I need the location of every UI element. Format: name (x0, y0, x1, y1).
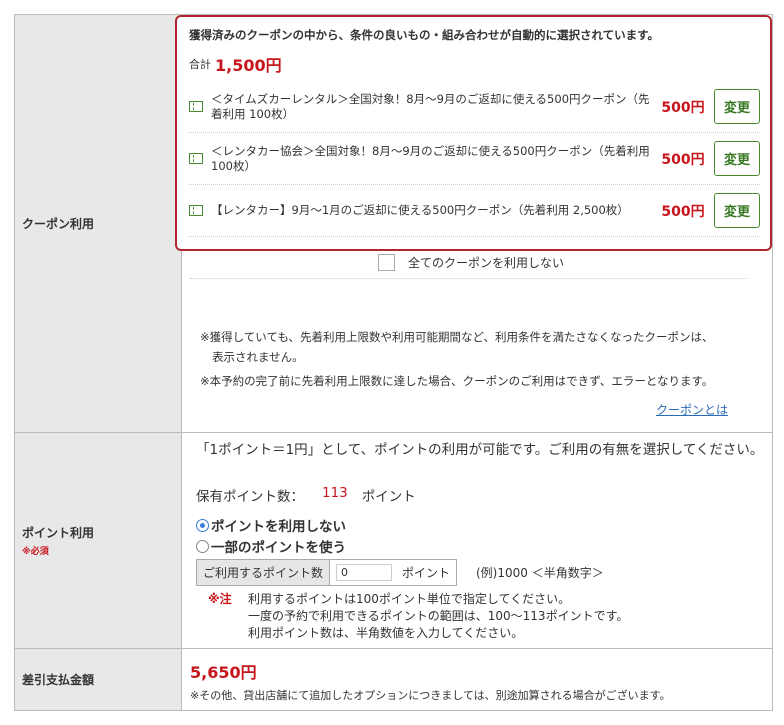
some-points-option[interactable]: 一部のポイントを使う (196, 536, 346, 556)
divider (190, 278, 748, 279)
no-coupon-checkbox[interactable] (378, 253, 395, 271)
what-is-coupon-link[interactable]: クーポンとは (656, 401, 728, 418)
points-section-label: ポイント利用 ※必須 (14, 433, 182, 648)
payment-label-text: 差引支払金額 (22, 673, 95, 687)
change-coupon-button[interactable]: 変更 (714, 89, 760, 124)
coupon-item-price: 500円 (661, 99, 705, 116)
payment-note: ※その他、貸出店舗にて追加したオプションにつきましては、別途加算される場合がござ… (190, 689, 671, 702)
points-note-line: 利用ポイント数は、半角数値を入力してください。 (248, 626, 524, 640)
points-description: 「1ポイント＝1円」として、ポイントの利用が可能です。ご利用の有無を選択してくだ… (196, 442, 764, 458)
coupon-item-text: ＜レンタカー協会＞全国対象！8月〜9月のご返却に使える500円クーポン（先着利用… (211, 143, 650, 173)
coupon-note-1-cont: 表示されません。 (212, 350, 304, 364)
points-note-line: 利用するポイントは100ポイント単位で指定してください。 (248, 592, 571, 606)
no-coupon-option[interactable]: 全てのクーポンを利用しない (378, 251, 564, 273)
coupon-notes: ※獲得していても、先着利用上限数や利用可能期間など、利用条件を満たさなくなったク… (200, 327, 713, 391)
booking-form-table: クーポン利用 獲得済みのクーポンの中から、条件の良いもの・組み合わせが自動的に選… (14, 14, 773, 711)
points-row: ポイント利用 ※必須 「1ポイント＝1円」として、ポイントの利用が可能です。ご利… (14, 433, 773, 649)
coupon-total: 合計 1,500円 (189, 47, 760, 81)
coupon-note-2: ※本予約の完了前に先着利用上限数に達した場合、クーポンのご利用はできず、エラーと… (200, 374, 714, 388)
points-balance-unit: ポイント (361, 489, 416, 505)
ticket-icon (189, 205, 203, 216)
coupon-item-price: 500円 (661, 203, 705, 220)
change-coupon-button[interactable]: 変更 (714, 141, 760, 176)
coupon-item-text: ＜タイムズカーレンタル＞全国対象！8月〜9月のご返却に使える500円クーポン（先… (211, 91, 650, 121)
no-points-label: ポイントを利用しない (211, 519, 346, 535)
coupon-label-text: クーポン利用 (22, 217, 95, 231)
no-points-option[interactable]: ポイントを利用しない (196, 515, 346, 535)
coupon-heading: 獲得済みのクーポンの中から、条件の良いもの・組み合わせが自動的に選択されています… (189, 28, 659, 42)
coupon-item: ＜レンタカー協会＞全国対象！8月〜9月のご返却に使える500円クーポン（先着利用… (189, 133, 760, 185)
points-input[interactable] (336, 564, 393, 581)
change-coupon-button[interactable]: 変更 (714, 193, 760, 228)
coupon-note-1: ※獲得していても、先着利用上限数や利用可能期間など、利用条件を満たさなくなったク… (200, 330, 714, 344)
points-label-text: ポイント利用 (22, 526, 95, 540)
points-input-unit: ポイント (402, 566, 451, 580)
points-balance-value: 113 (322, 485, 348, 501)
no-points-radio[interactable] (196, 518, 209, 532)
ticket-icon (189, 101, 203, 112)
points-note-line: 一度の予約で利用できるポイントの範囲は、100〜113ポイントです。 (248, 609, 629, 623)
coupon-section-body: 獲得済みのクーポンの中から、条件の良いもの・組み合わせが自動的に選択されています… (175, 15, 773, 432)
no-coupon-label: 全てのクーポンを利用しない (408, 255, 565, 270)
points-note-mark: ※注 (208, 592, 232, 606)
points-balance-label: 保有ポイント数： (196, 489, 304, 505)
coupon-item-text: 【レンタカー】9月〜1月のご返却に使える500円クーポン（先着利用 2,500枚… (211, 203, 629, 217)
points-input-example: (例)1000 ＜半角数字＞ (476, 566, 604, 580)
some-points-radio[interactable] (196, 539, 209, 553)
points-balance: 保有ポイント数： 113 ポイント (196, 485, 416, 505)
coupon-item: ＜タイムズカーレンタル＞全国対象！8月〜9月のご返却に使える500円クーポン（先… (189, 81, 760, 133)
auto-selected-coupons-box: 獲得済みのクーポンの中から、条件の良いもの・組み合わせが自動的に選択されています… (175, 15, 772, 251)
some-points-label: 一部のポイントを使う (211, 540, 346, 556)
payment-row: 差引支払金額 5,650円 ※その他、貸出店舗にて追加したオプションにつきまして… (14, 649, 773, 711)
points-input-group: ご利用するポイント数 ポイント (196, 559, 458, 586)
ticket-icon (189, 153, 203, 164)
coupon-total-value: 1,500円 (215, 56, 282, 75)
payment-section-body: 5,650円 ※その他、貸出店舗にて追加したオプションにつきましては、別途加算さ… (182, 649, 773, 710)
payment-amount: 5,650円 (190, 663, 257, 682)
points-section-body: 「1ポイント＝1円」として、ポイントの利用が可能です。ご利用の有無を選択してくだ… (182, 433, 773, 648)
coupon-row: クーポン利用 獲得済みのクーポンの中から、条件の良いもの・組み合わせが自動的に選… (14, 15, 773, 433)
points-input-label: ご利用するポイント数 (197, 560, 331, 585)
coupon-section-label: クーポン利用 (14, 15, 182, 432)
required-badge: ※必須 (22, 547, 49, 557)
payment-section-label: 差引支払金額 (14, 649, 182, 710)
coupon-item-price: 500円 (661, 151, 705, 168)
coupon-total-label: 合計 (189, 58, 211, 71)
points-notes: ※注 利用するポイントは100ポイント単位で指定してください。 一度の予約で利用… (208, 591, 628, 642)
coupon-item: 【レンタカー】9月〜1月のご返却に使える500円クーポン（先着利用 2,500枚… (189, 185, 760, 237)
